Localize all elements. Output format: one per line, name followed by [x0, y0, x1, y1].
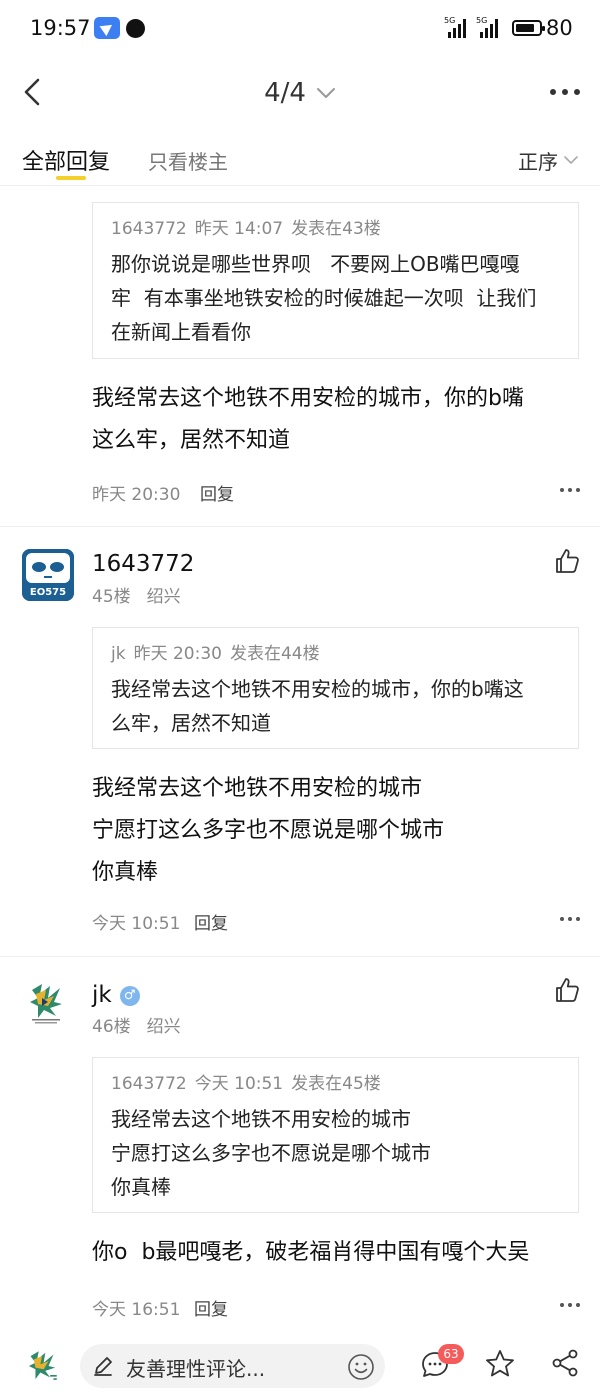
quoted-reply[interactable]: 1643772 今天 10:51 发表在45楼 我经常去这个地铁不用安检的城市 宁愿…	[92, 1057, 579, 1213]
star-icon[interactable]	[484, 1348, 516, 1380]
comment-count-badge: 63	[438, 1344, 464, 1364]
post-body: 我经常去这个地铁不用安检的城市 宁愿打这么多字也不愿说是哪个城市 你真棒	[92, 776, 445, 885]
post-more-icon[interactable]	[560, 488, 580, 492]
avatar[interactable]: EO575	[22, 549, 74, 601]
battery-icon	[512, 20, 545, 36]
quote-user: jk	[111, 644, 126, 664]
quote-user: 1643772	[111, 219, 187, 239]
sort-label: 正序	[518, 150, 558, 174]
my-avatar[interactable]	[24, 1348, 60, 1384]
avatar-logo-text: EO575	[30, 587, 66, 598]
status-bar: 19:57 5G 5G 80	[0, 0, 600, 56]
user-meta: 46楼 绍兴	[92, 1012, 181, 1037]
post-time: 今天 16:51	[92, 1300, 181, 1320]
quoted-reply[interactable]: jk 昨天 20:30 发表在44楼 我经常去这个地铁不用安检的城市，你的b嘴这 么…	[92, 627, 579, 749]
post-footer: 昨天 20:30 回复	[92, 476, 582, 506]
user-meta: 45楼 绍兴	[92, 582, 181, 607]
username: jk ♂	[92, 982, 140, 1008]
quote-text: 我经常去这个地铁不用安检的城市 宁愿打这么多字也不愿说是哪个城市 你真棒	[111, 1107, 431, 1199]
post-body: 你o b最吧嘎老，破老福肖得中国有嘎个大吴	[92, 1240, 530, 1265]
floor-number: 46楼	[92, 1017, 131, 1037]
battery-level: 80	[546, 16, 573, 40]
chevron-down-icon	[316, 88, 335, 98]
post-time: 昨天 20:30	[92, 485, 181, 505]
page-indicator: 4/4	[264, 78, 306, 108]
quote-date: 今天 10:51	[194, 1074, 284, 1094]
panda-logo-icon: EO575	[22, 549, 74, 601]
reply-button[interactable]: 回复	[200, 480, 234, 505]
post-footer: 今天 10:51 回复	[92, 905, 582, 935]
quote-text: 那你说说是哪些世界呗 不要网上OB嘴巴嘎嘎 牢 有本事坐地铁安检的时候雄起一次呗…	[111, 252, 537, 344]
comment-input[interactable]: 友善理性评论...	[80, 1344, 385, 1388]
top-nav: 4/4	[0, 56, 600, 128]
pen-icon	[94, 1357, 112, 1376]
comment-placeholder: 友善理性评论...	[126, 1357, 266, 1381]
status-time: 19:57	[30, 16, 91, 40]
post-more-icon[interactable]	[560, 917, 580, 921]
signal-icon: 5G	[476, 16, 500, 38]
network-type-label: 5G	[476, 16, 488, 25]
tab-only-owner[interactable]: 只看楼主	[148, 146, 228, 175]
chevron-down-icon	[564, 156, 578, 164]
post-time: 今天 10:51	[92, 914, 181, 934]
reply-button[interactable]: 回复	[194, 909, 228, 934]
signal-icon: 5G	[444, 16, 468, 38]
sort-dropdown[interactable]: 正序	[518, 146, 578, 175]
male-gender-icon: ♂	[119, 986, 140, 1006]
quote-date: 昨天 14:07	[194, 219, 284, 239]
more-icon[interactable]	[550, 82, 580, 102]
quote-user: 1643772	[111, 1074, 187, 1094]
notification-dot-icon	[126, 19, 145, 38]
quote-floor: 发表在45楼	[291, 1074, 381, 1094]
divider	[0, 526, 600, 527]
bottom-bar: 友善理性评论... 63	[0, 1336, 600, 1400]
post-more-icon[interactable]	[560, 1303, 580, 1307]
username-text[interactable]: jk	[92, 982, 112, 1008]
tab-all-replies[interactable]: 全部回复	[22, 144, 110, 176]
thumbs-up-icon[interactable]	[554, 548, 580, 574]
share-icon[interactable]	[550, 1348, 580, 1378]
floor-number: 45楼	[92, 587, 131, 607]
quote-floor: 发表在43楼	[291, 219, 381, 239]
quote-text: 我经常去这个地铁不用安检的城市，你的b嘴这 么牢，居然不知道	[111, 677, 524, 735]
avatar[interactable]	[26, 980, 66, 1024]
quoted-reply[interactable]: 1643772 昨天 14:07 发表在43楼 那你说说是哪些世界呗 不要网上OB嘴…	[92, 202, 579, 359]
divider	[0, 956, 600, 957]
post-body: 我经常去这个地铁不用安检的城市，你的b嘴 这么牢，居然不知道	[92, 386, 524, 453]
quote-date: 昨天 20:30	[133, 644, 222, 664]
filter-tabs: 全部回复 只看楼主 正序	[0, 128, 600, 186]
active-tab-indicator	[56, 176, 86, 180]
telegram-icon	[94, 17, 120, 39]
reply-button[interactable]: 回复	[194, 1295, 228, 1320]
quote-floor: 发表在44楼	[229, 644, 320, 664]
username[interactable]: 1643772	[92, 551, 194, 577]
location: 绍兴	[146, 587, 181, 607]
smile-icon[interactable]	[347, 1353, 375, 1381]
network-type-label: 5G	[444, 16, 456, 25]
location: 绍兴	[146, 1017, 181, 1037]
page-selector[interactable]: 4/4	[264, 78, 336, 108]
thumbs-up-icon[interactable]	[554, 977, 580, 1003]
post-footer: 今天 16:51 回复	[92, 1291, 582, 1321]
